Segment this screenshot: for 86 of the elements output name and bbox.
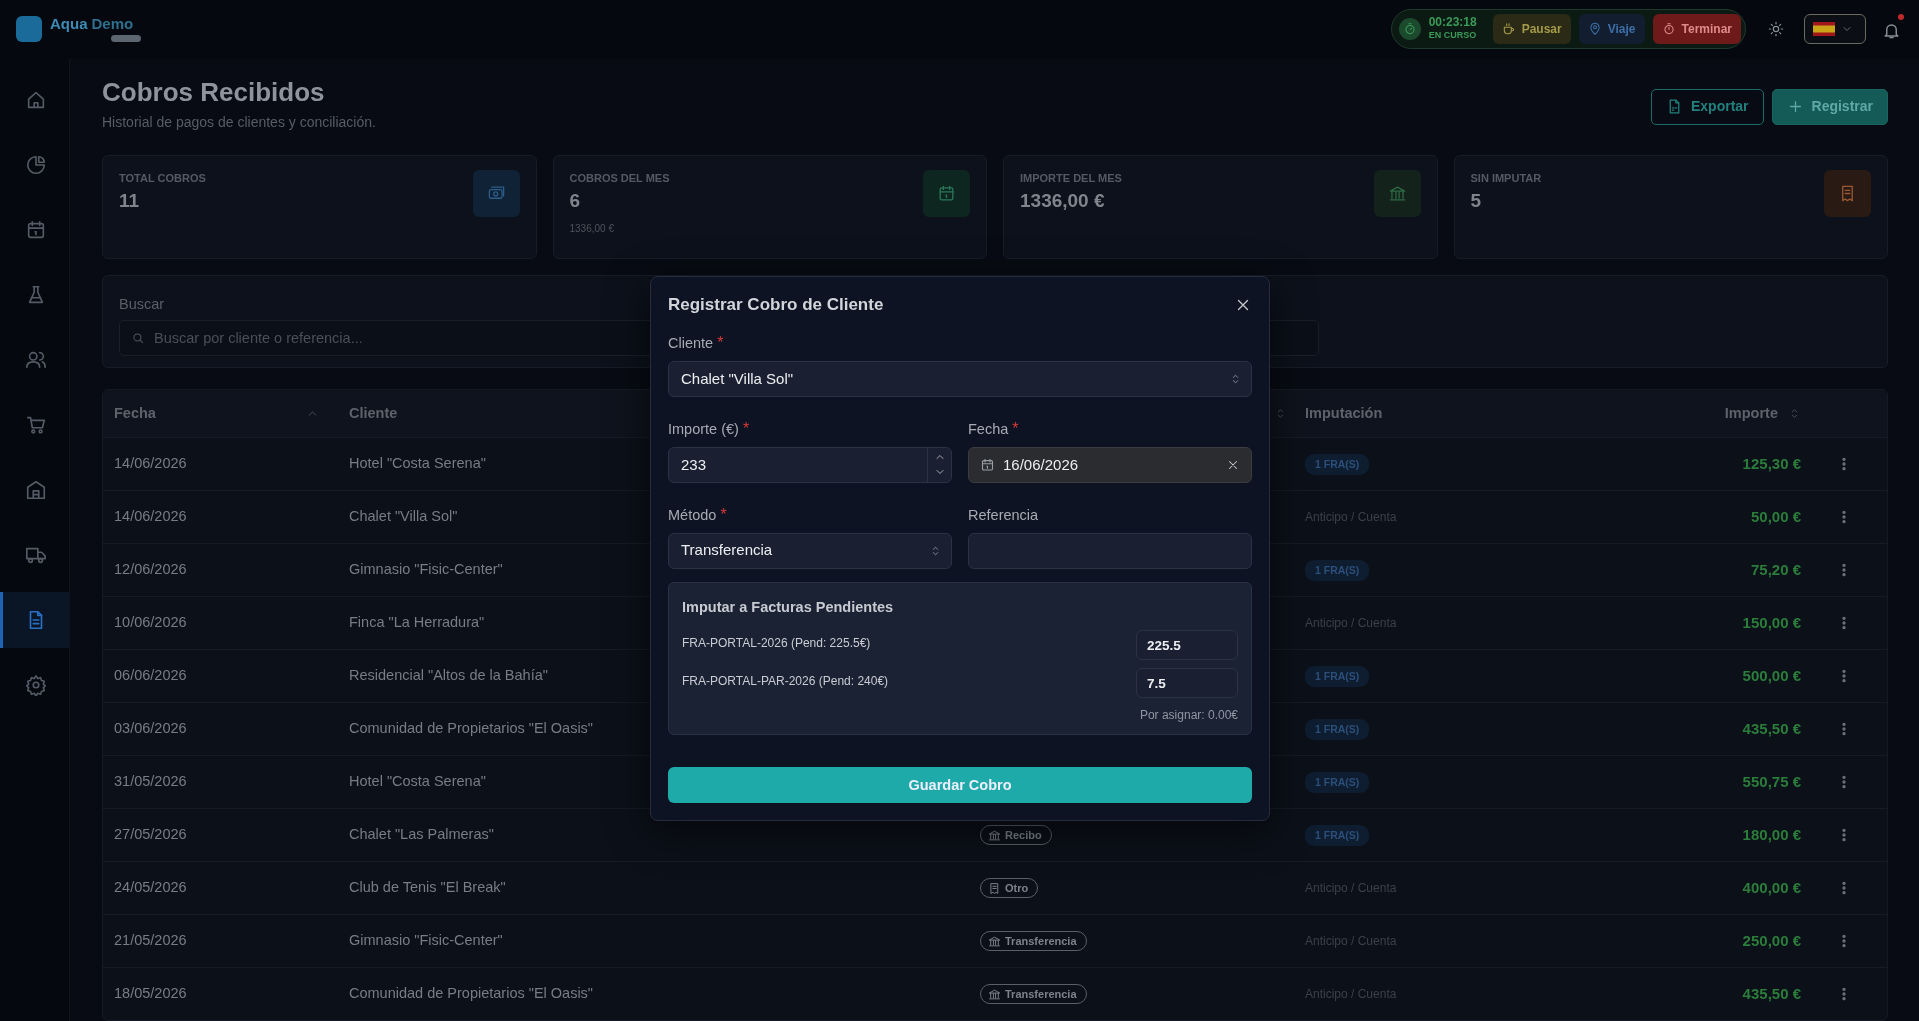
timer-status: EN CURSO (1428, 29, 1477, 43)
column-header[interactable]: Imputación (1305, 404, 1383, 421)
table-cell: Chalet "Villa Sol" (349, 508, 458, 525)
field-label: Fecha (968, 420, 1009, 440)
stat-label: TOTAL COBROS (119, 171, 206, 186)
table-cell: Gimnasio "Fisic-Center" (349, 561, 503, 578)
stat-value: 5 (1470, 188, 1483, 213)
table-cell: Chalet "Las Palmeras" (349, 826, 494, 843)
modal-title: Registrar Cobro de Cliente (668, 295, 884, 316)
stat-subvalue: 1336,00 € (569, 222, 615, 236)
table-cell: Comunidad de Propietarios "El Oasis" (349, 720, 594, 737)
invoice-count-badge: 1 FRA(S) (1305, 824, 1370, 847)
remaining-amount: Por asignar: 0.00€ (1138, 707, 1238, 725)
invoice-label: FRA-PORTAL-PAR-2026 (Pend: 240€) (682, 673, 889, 691)
invoice-label: FRA-PORTAL-2026 (Pend: 225.5€) (682, 635, 871, 653)
timer-action-button[interactable]: Terminar (1652, 14, 1741, 45)
brand-name-accent: Demo (91, 14, 134, 35)
amount-cell-text: 550,75 € (1742, 771, 1801, 792)
amount-cell-text: 180,00 € (1742, 824, 1801, 845)
amount-cell-text: 150,00 € (1742, 612, 1801, 633)
column-header[interactable]: Importe (1724, 402, 1778, 425)
table-cell: Residencial "Altos de la Bahía" (349, 667, 548, 684)
invoice-count-badge: 1 FRA(S) (1305, 718, 1370, 741)
timer-action-button[interactable]: Pausar (1492, 14, 1571, 45)
timer-time: 00:23:18 (1428, 16, 1477, 30)
table-cell: Hotel "Costa Serena" (349, 773, 486, 790)
required-mark: * (742, 420, 750, 438)
table-cell-text: 24/05/2026 (114, 878, 187, 898)
required-mark: * (1012, 420, 1019, 438)
stat-value: 6 (569, 188, 582, 213)
table-cell-text: 14/06/2026 (114, 507, 187, 527)
table-cell: Gimnasio "Fisic-Center" (349, 932, 503, 949)
table-cell-text: 12/06/2026 (114, 560, 187, 580)
invoice-count-badge: 1 FRA(S) (1305, 771, 1370, 794)
date-field[interactable]: 16/06/2026 (968, 446, 1252, 483)
page-title: Cobros Recibidos (102, 76, 326, 108)
search-label: Buscar (119, 295, 165, 314)
stat-label: IMPORTE DEL MES (1020, 171, 1122, 186)
table-cell-text: 18/05/2026 (114, 984, 187, 1004)
table-cell-text: 27/05/2026 (114, 825, 187, 845)
table-cell-text: 03/06/2026 (114, 719, 187, 739)
register-button[interactable]: Registrar (1771, 88, 1888, 125)
table-cell: Comunidad de Propietarios "El Oasis" (349, 985, 594, 1002)
save-button[interactable]: Guardar Cobro (668, 767, 1252, 804)
field-label: Importe (€) (668, 420, 739, 440)
client-select[interactable]: Chalet "Villa Sol" (668, 361, 1252, 398)
amount-cell-text: 75,20 € (1750, 559, 1801, 580)
table-cell-text: 31/05/2026 (114, 772, 187, 792)
column-header[interactable]: Fecha (114, 402, 156, 425)
allocation-amount-field[interactable]: 225.5 (1136, 630, 1238, 661)
invoice-count-badge: 1 FRA(S) (1305, 559, 1370, 582)
stat-value: 11 (119, 188, 141, 213)
amount-cell-text: 500,00 € (1742, 665, 1801, 686)
amount-field[interactable]: 233 (668, 446, 952, 483)
table-cell: Hotel "Costa Serena" (349, 455, 486, 472)
table-cell: Finca "La Herradura" (349, 614, 485, 631)
page-subtitle: Historial de pagos de clientes y conciliación. (102, 113, 376, 132)
column-header[interactable]: Cliente (349, 404, 398, 421)
stat-value: 1336,00 € (1020, 188, 1106, 213)
table-cell-text: 14/06/2026 (114, 454, 187, 474)
table-cell: Club de Tenis "El Break" (349, 879, 506, 896)
amount-cell-text: 125,30 € (1742, 453, 1801, 474)
method-badge: Otro (980, 877, 1039, 899)
table-cell-text: 21/05/2026 (114, 931, 187, 951)
amount-cell-text: 435,50 € (1742, 718, 1801, 739)
brand-name: Aqua (50, 14, 88, 35)
amount-cell-text: 435,50 € (1742, 983, 1801, 1004)
timer-action-button[interactable]: Viaje (1578, 14, 1645, 45)
amount-cell-text: 400,00 € (1742, 877, 1801, 898)
amount-cell-text: 50,00 € (1750, 506, 1801, 527)
amount-cell-text: 250,00 € (1742, 930, 1801, 951)
section-title: Imputar a Facturas Pendientes (682, 597, 895, 617)
method-select[interactable]: Transferencia (668, 532, 952, 569)
field-label: Referencia (968, 505, 1039, 525)
invoice-count-badge: 1 FRA(S) (1305, 665, 1370, 688)
stat-label: SIN IMPUTAR (1470, 171, 1542, 186)
field-label: Método (668, 505, 717, 525)
export-button[interactable]: Exportar (1650, 88, 1764, 125)
allocation-amount-field[interactable]: 7.5 (1136, 668, 1238, 699)
field-label: Cliente (668, 334, 714, 354)
required-mark: * (720, 505, 727, 523)
required-mark: * (717, 334, 724, 352)
table-cell-text: 10/06/2026 (114, 613, 187, 633)
invoice-count-badge: 1 FRA(S) (1305, 453, 1370, 476)
table-cell-text: 06/06/2026 (114, 666, 187, 686)
stat-label: COBROS DEL MES (569, 171, 670, 186)
